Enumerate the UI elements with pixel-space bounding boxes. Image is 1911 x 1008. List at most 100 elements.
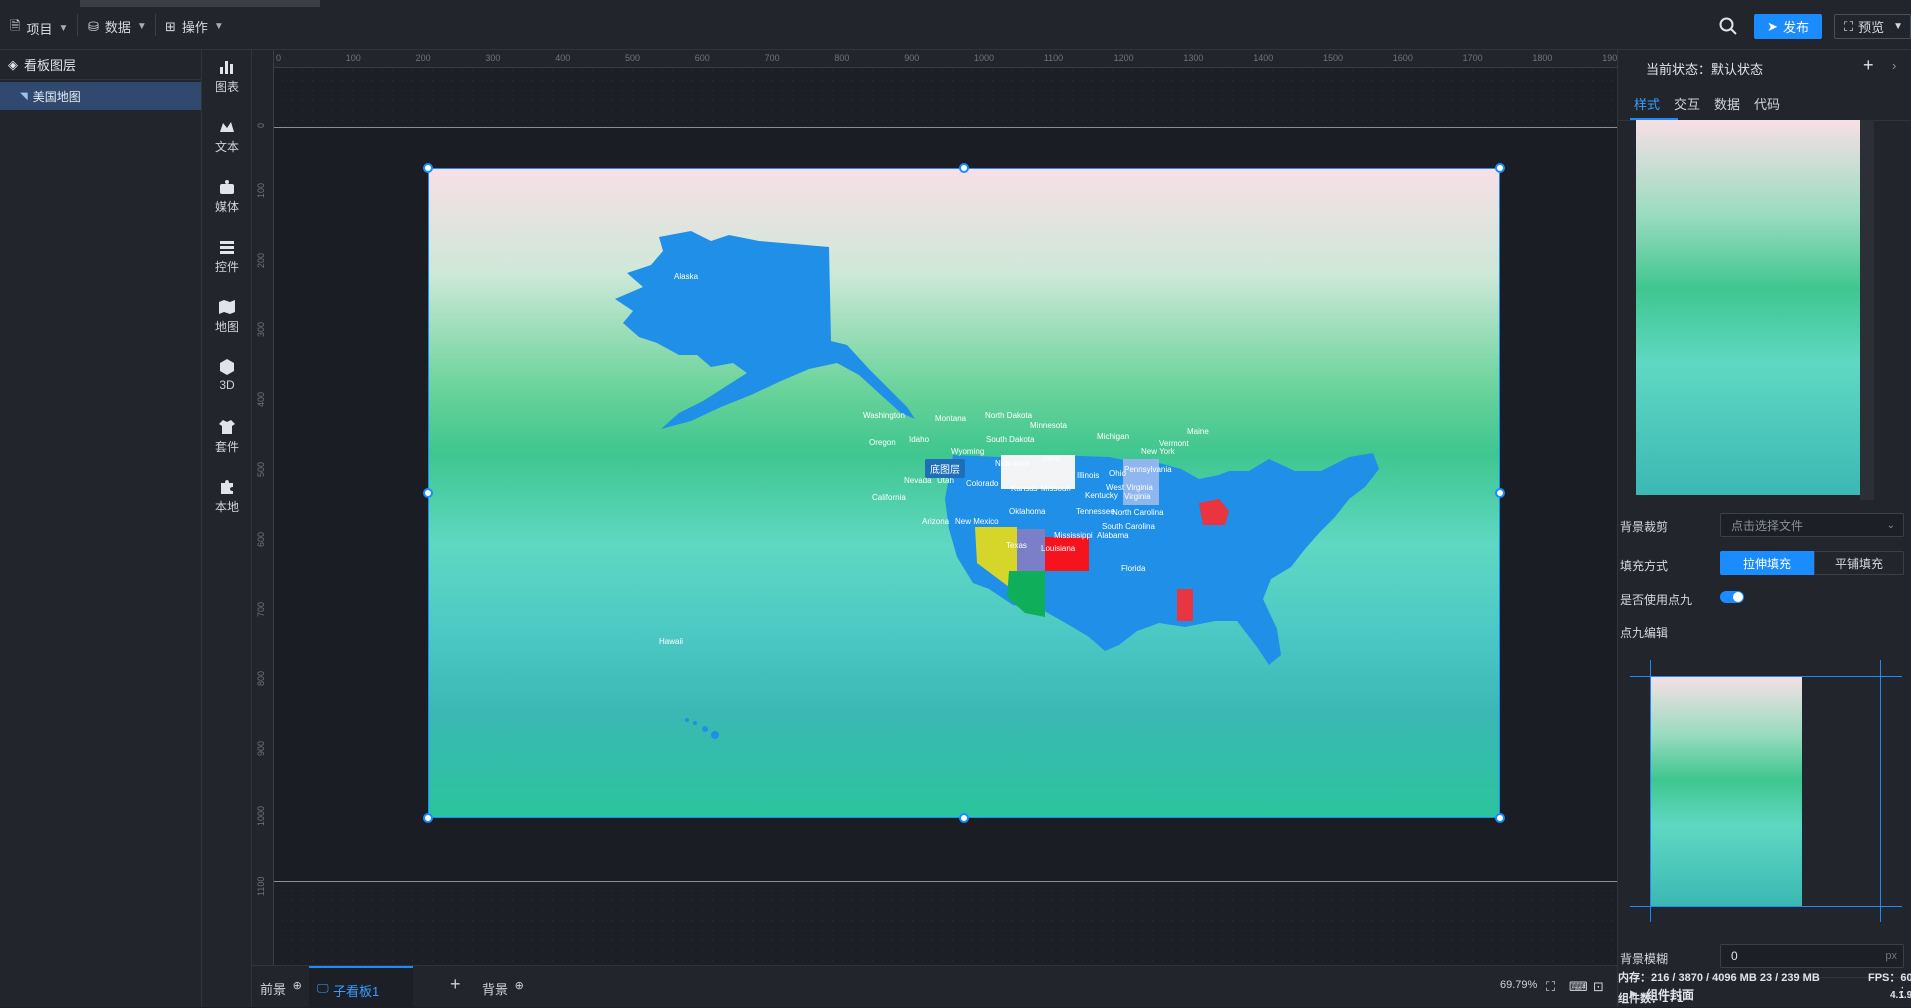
add-circle-icon[interactable]: ⊕: [293, 980, 302, 992]
tab-background[interactable]: 背景 ⊕: [482, 979, 524, 998]
fill-stretch-button[interactable]: 拉伸填充: [1720, 551, 1814, 575]
us-map-component[interactable]: Alaska Hawaii Washington Oregon Californ…: [428, 168, 1500, 818]
tool-media[interactable]: 媒体: [202, 178, 252, 215]
tool-label: 媒体: [214, 200, 239, 214]
state-label: Mississippi: [1054, 531, 1093, 540]
media-icon: [220, 180, 234, 194]
canvas-bottom-boundary: [274, 881, 1617, 882]
state-label: Minnesota: [1030, 421, 1067, 430]
state-label: South Dakota: [986, 435, 1035, 444]
tab-interaction[interactable]: 交互: [1674, 94, 1700, 113]
tool-label: 地图: [214, 320, 239, 334]
tab-code[interactable]: 代码: [1754, 94, 1780, 113]
state-label: West Virginia: [1106, 483, 1153, 492]
add-board-icon[interactable]: +: [450, 974, 461, 995]
resize-handle-bl[interactable]: [423, 813, 433, 823]
us-map-svg: [615, 231, 1379, 739]
resize-handle-br[interactable]: [1495, 813, 1505, 823]
tab-foreground[interactable]: 前景 ⊕: [260, 979, 302, 998]
tab-subboard[interactable]: 🖵 子看板1: [309, 966, 413, 1008]
subboard-label: 子看板1: [333, 984, 380, 999]
menu-data[interactable]: ⛁ 数据 ▼: [88, 17, 147, 36]
ruler-tick-label: 900: [904, 53, 920, 63]
cube-icon: [220, 359, 234, 375]
tool-label: 文本: [214, 140, 239, 154]
bg-crop-input[interactable]: 点击选择文件 ⌄: [1720, 513, 1904, 537]
state-label: Wyoming: [951, 447, 985, 456]
top-strip: [80, 0, 320, 7]
puzzle-icon: [221, 480, 233, 494]
resize-handle-r[interactable]: [1495, 488, 1505, 498]
scrollbar-track[interactable]: [1860, 120, 1874, 500]
fill-tile-button[interactable]: 平铺填充: [1814, 551, 1904, 575]
preview-button[interactable]: ⛶ 预览 ▼: [1834, 14, 1911, 39]
ruler-tick-label: 1000: [974, 53, 995, 63]
chevron-right-icon[interactable]: ›: [1892, 58, 1896, 73]
tool-chart[interactable]: 图表: [202, 58, 252, 95]
component-toolbar: 图表 文本 媒体 控件 地图 3D 套件 本地: [202, 50, 252, 1007]
background-preview[interactable]: [1636, 120, 1860, 495]
keyboard-icon[interactable]: ⌨: [1569, 979, 1588, 995]
state-colorado-shape: [1045, 537, 1089, 571]
zoom-level[interactable]: 69.79%: [1500, 979, 1537, 991]
state-label: Idaho: [909, 435, 930, 444]
state-label: Colorado: [966, 479, 999, 488]
tool-local[interactable]: 本地: [202, 478, 252, 515]
publish-button[interactable]: ➤ 发布: [1754, 14, 1822, 39]
ruler-left: 0 100 200 300 400 500 600 700 800 900 1000 1100: [252, 50, 274, 965]
fit-screen-icon[interactable]: ⛶: [1546, 979, 1555, 995]
ruler-tick-label: 800: [834, 53, 850, 63]
menu-operations[interactable]: ⊞ 操作 ▼: [165, 17, 224, 36]
state-label: New York: [1141, 447, 1175, 456]
tab-data[interactable]: 数据: [1714, 94, 1740, 113]
state-alaska-shape: [615, 231, 915, 429]
ninepatch-guide-top[interactable]: [1630, 676, 1902, 677]
state-label: North Carolina: [1112, 508, 1164, 517]
state-label: Alaska: [674, 272, 699, 281]
ruler-tick-label: 700: [256, 601, 266, 617]
tool-3d[interactable]: 3D: [202, 358, 252, 392]
resize-handle-b[interactable]: [959, 813, 969, 823]
ruler-tick-label: 500: [625, 53, 641, 63]
menu-ops-label: 操作: [181, 20, 208, 35]
tab-style[interactable]: 样式: [1634, 94, 1660, 113]
chevron-down-icon: ▼: [1893, 21, 1904, 32]
state-label: Oklahoma: [1009, 507, 1046, 516]
tool-label: 图表: [214, 80, 239, 94]
divider: [77, 14, 78, 36]
layer-item-label: 美国地图: [32, 89, 81, 104]
bg-blur-input[interactable]: 0 px: [1720, 944, 1904, 968]
ninepatch-guide-bottom[interactable]: [1630, 906, 1902, 907]
resize-handle-tr[interactable]: [1495, 163, 1505, 173]
search-icon[interactable]: [1718, 16, 1738, 36]
ruler-tick-label: 100: [345, 53, 361, 63]
layer-item-us-map[interactable]: ◥ 美国地图: [0, 82, 201, 110]
tool-map[interactable]: 地图: [202, 298, 252, 335]
resize-handle-t[interactable]: [959, 163, 969, 173]
ninepatch-toggle[interactable]: [1720, 591, 1744, 603]
tool-control[interactable]: 控件: [202, 238, 252, 275]
ninepatch-guide-left[interactable]: [1650, 660, 1651, 922]
tool-suite[interactable]: 套件: [202, 418, 252, 455]
send-icon: ➤: [1767, 18, 1778, 34]
add-state-icon[interactable]: +: [1863, 55, 1874, 76]
ninepatch-editor[interactable]: [1630, 660, 1902, 922]
text-icon: [220, 122, 234, 132]
top-toolbar: 🗎 项目 ▼ ⛁ 数据 ▼ ⊞ 操作 ▼ ➤ 发布 ⛶ 预览 ▼: [0, 0, 1911, 50]
bar-chart-icon: [220, 61, 233, 74]
terminal-icon[interactable]: ⊡: [1593, 979, 1604, 995]
bg-crop-placeholder: 点击选择文件: [1731, 518, 1804, 533]
state-label: Florida: [1121, 564, 1146, 573]
add-circle-icon[interactable]: ⊕: [515, 980, 524, 992]
resize-handle-l[interactable]: [423, 488, 433, 498]
ruler-tick-label: 400: [555, 53, 571, 63]
menu-project[interactable]: 🗎 项目 ▼: [10, 17, 68, 39]
state-label: Louisiana: [1041, 544, 1076, 553]
tool-text[interactable]: 文本: [202, 118, 252, 155]
ruler-tick-label: 0: [256, 122, 266, 128]
resize-handle-tl[interactable]: [423, 163, 433, 173]
ninepatch-guide-right[interactable]: [1880, 660, 1881, 922]
ruler-tick-label: 700: [764, 53, 780, 63]
ruler-tick-label: 300: [485, 53, 501, 63]
state-label: Texas: [1006, 541, 1027, 550]
